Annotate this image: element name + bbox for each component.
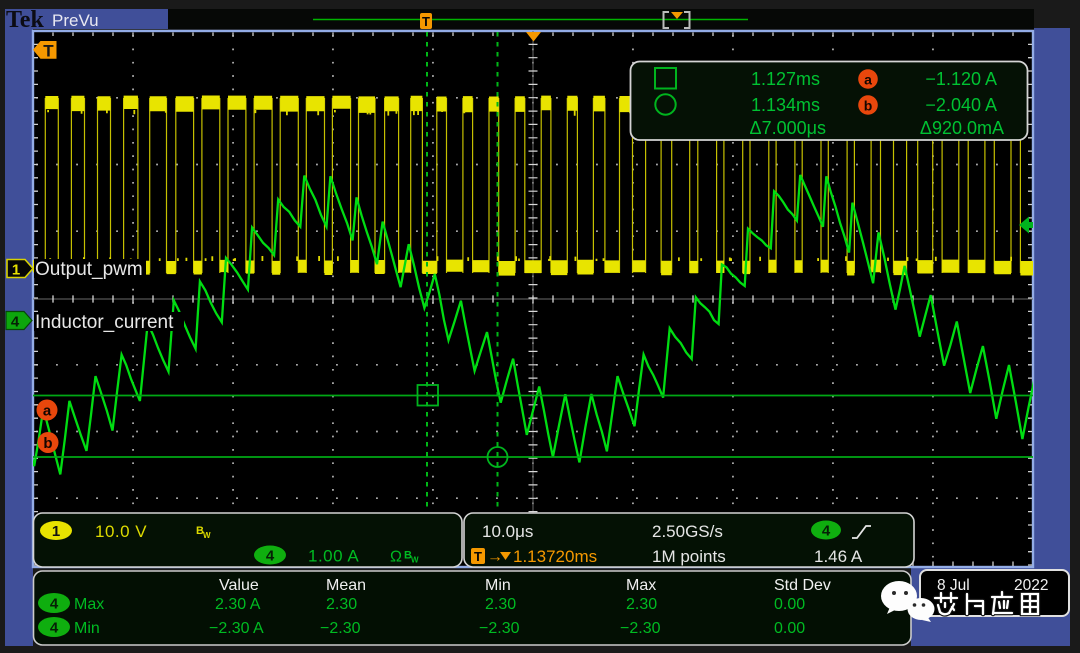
svg-text:W: W <box>203 531 211 540</box>
svg-text:a: a <box>43 403 52 420</box>
svg-text:0.00: 0.00 <box>774 620 805 637</box>
svg-text:10.0μs: 10.0μs <box>482 522 533 541</box>
svg-text:2.30: 2.30 <box>485 596 516 613</box>
svg-text:1.127ms: 1.127ms <box>751 69 820 89</box>
svg-text:2.30 A: 2.30 A <box>215 596 261 613</box>
svg-text:b: b <box>864 98 873 114</box>
svg-text:−1.120 A: −1.120 A <box>925 69 997 89</box>
svg-text:10.0 V: 10.0 V <box>95 522 147 541</box>
svg-text:4: 4 <box>50 596 59 613</box>
svg-text:2.30: 2.30 <box>626 596 657 613</box>
svg-text:−2.30 A: −2.30 A <box>209 620 264 637</box>
svg-text:1.00 A: 1.00 A <box>308 547 359 566</box>
svg-text:W: W <box>411 556 419 565</box>
svg-text:Mean: Mean <box>326 577 366 594</box>
svg-text:1.134ms: 1.134ms <box>751 95 820 115</box>
svg-text:Δ920.0mA: Δ920.0mA <box>920 118 1004 138</box>
svg-text:→: → <box>487 549 503 566</box>
svg-text:−2.30: −2.30 <box>620 620 661 637</box>
svg-text:−2.040 A: −2.040 A <box>925 95 997 115</box>
svg-text:Max: Max <box>74 596 104 613</box>
svg-text:1.13720ms: 1.13720ms <box>513 547 597 566</box>
svg-text:−2.30: −2.30 <box>320 620 361 637</box>
svg-text:4: 4 <box>50 620 59 637</box>
svg-text:Value: Value <box>219 577 259 594</box>
svg-text:b: b <box>43 435 52 452</box>
svg-text:−2.30: −2.30 <box>479 620 520 637</box>
svg-text:1M points: 1M points <box>652 547 726 566</box>
svg-text:Min: Min <box>485 577 511 594</box>
svg-text:1: 1 <box>12 262 20 279</box>
svg-text:Ω: Ω <box>390 549 402 566</box>
svg-text:Output_pwm: Output_pwm <box>35 259 143 280</box>
svg-text:2.50GS/s: 2.50GS/s <box>652 522 723 541</box>
svg-text:1: 1 <box>52 523 60 540</box>
svg-text:0.00: 0.00 <box>774 596 805 613</box>
svg-text:T: T <box>43 42 54 61</box>
svg-text:Max: Max <box>626 577 656 594</box>
svg-text:T: T <box>474 549 482 564</box>
svg-text:T: T <box>422 14 430 29</box>
svg-text:Min: Min <box>74 620 100 637</box>
svg-text:Inductor_current: Inductor_current <box>35 312 174 333</box>
svg-text:4: 4 <box>11 314 20 331</box>
svg-text:PreVu: PreVu <box>52 11 99 30</box>
svg-text:a: a <box>864 72 872 88</box>
svg-text:Std Dev: Std Dev <box>774 577 831 594</box>
svg-text:1.46 A: 1.46 A <box>814 547 863 566</box>
svg-text:Δ7.000μs: Δ7.000μs <box>750 118 826 138</box>
svg-text:2022: 2022 <box>1014 577 1048 594</box>
svg-text:4: 4 <box>822 523 831 540</box>
svg-text:2.30: 2.30 <box>326 596 357 613</box>
svg-text:Tek: Tek <box>6 7 44 33</box>
svg-text:4: 4 <box>266 548 275 565</box>
